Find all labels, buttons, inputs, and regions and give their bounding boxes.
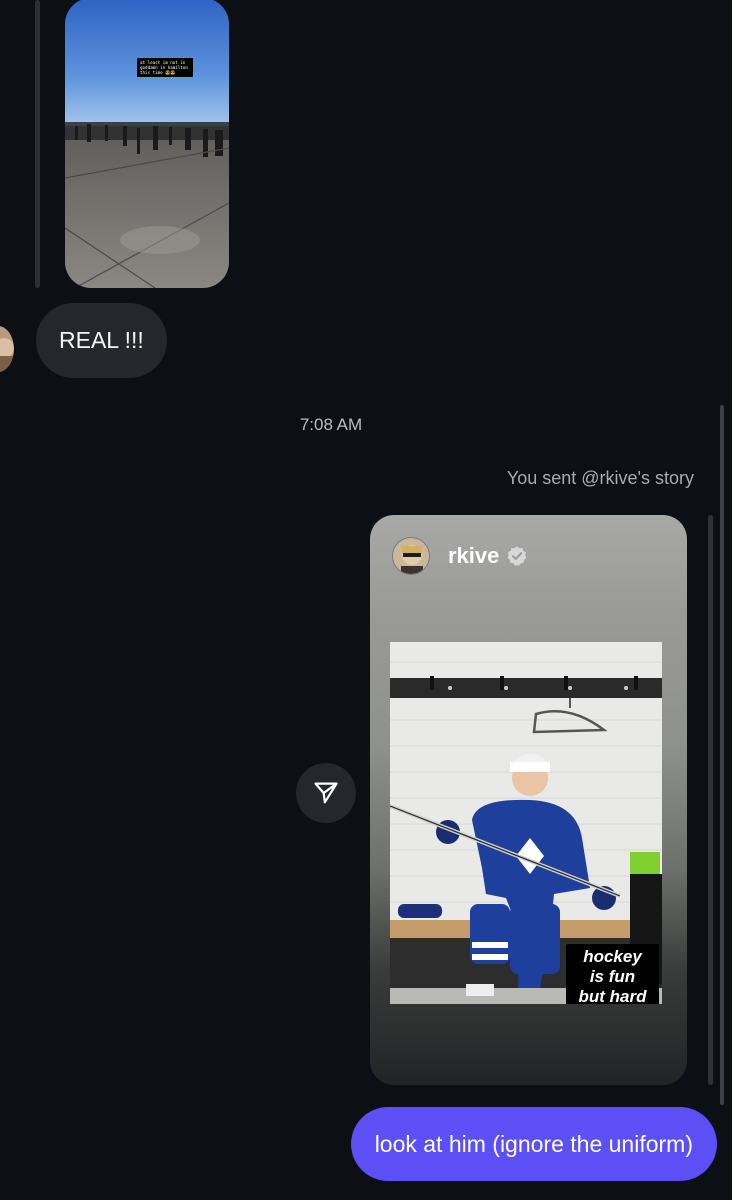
verified-badge-icon: [507, 546, 527, 566]
caption-line: this time 😎😎: [140, 70, 176, 75]
story-photo: hockey is fun but hard: [390, 642, 662, 1004]
sent-message-text: look at him (ignore the uniform): [374, 1130, 693, 1157]
received-message-text: REAL !!!: [59, 327, 144, 353]
sticker-line: hockey: [583, 947, 642, 966]
story-sticker: hockey is fun but hard: [566, 944, 659, 1004]
dm-thread: at least im not in goddamn in hamilton t…: [0, 0, 732, 1200]
message-timestamp: 7:08 AM: [299, 415, 363, 434]
sticker-line: is fun: [589, 967, 636, 986]
sent-message-bubble[interactable]: look at him (ignore the uniform): [350, 1107, 717, 1181]
sticker-line: but hard: [578, 987, 647, 1004]
story-thumbnail-image: [65, 0, 229, 288]
sender-avatar[interactable]: [0, 326, 14, 372]
story-header: rkive: [392, 537, 528, 575]
share-button[interactable]: [296, 763, 356, 823]
reply-thread-line: [35, 0, 40, 288]
received-message-bubble[interactable]: REAL !!!: [36, 303, 167, 378]
shared-story-card[interactable]: rkive hockey is fun but hard: [370, 515, 687, 1085]
sent-story-label: You sent @rkive's story: [506, 468, 694, 488]
story-thumbnail[interactable]: at least im not in goddamn in hamilton t…: [65, 0, 229, 288]
paper-plane-icon: [314, 782, 338, 804]
story-author-avatar[interactable]: [392, 537, 430, 575]
scrollbar[interactable]: [720, 405, 724, 1105]
story-username[interactable]: rkive: [448, 543, 499, 569]
story-thumbnail-caption: at least im not in goddamn in hamilton t…: [137, 58, 193, 77]
story-scrollbar[interactable]: [708, 515, 713, 1085]
